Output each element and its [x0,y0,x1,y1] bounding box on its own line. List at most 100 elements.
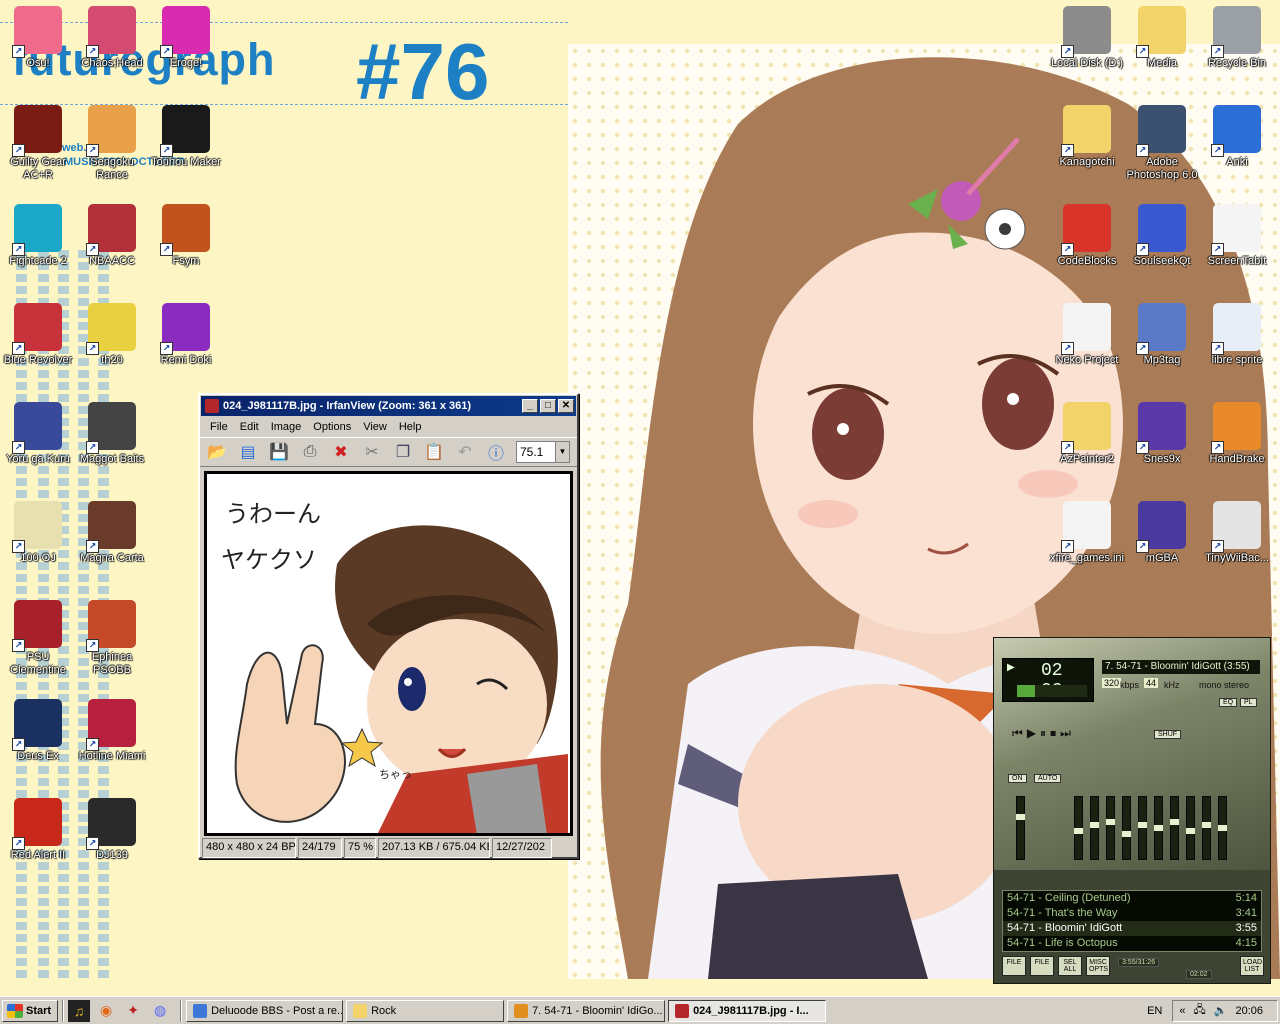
playlist-load-list-button[interactable]: LOAD LIST [1240,956,1264,976]
desktop-icon[interactable]: ↗ Osu! [0,6,76,80]
play-button[interactable]: ▶ [1027,726,1040,740]
playlist-remove-file-button[interactable]: FILE [1030,956,1054,976]
desktop-icon[interactable]: ↗ Mp3tag [1124,303,1200,377]
desktop-icon[interactable]: ↗ libre sprite [1199,303,1275,377]
next-button[interactable]: ⏭ [1060,726,1075,740]
desktop-icon[interactable]: ↗ Ephinea PSOBB [74,600,150,676]
desktop-icon[interactable]: ↗ Media [1124,6,1200,80]
desktop-icon[interactable]: ↗ Kanagotchi [1049,105,1125,179]
menu-image[interactable]: Image [265,421,308,433]
desktop-icon[interactable]: ↗ Adobe Photoshop 6.0 [1124,105,1200,181]
chevron-down-icon[interactable]: ▼ [555,442,569,462]
irfanview-window[interactable]: 024_J981117B.jpg - IrfanView (Zoom: 361 … [198,393,579,859]
desktop-icon[interactable]: ↗ TinyWiiBac... [1199,501,1275,575]
maximize-button[interactable]: □ [540,399,556,413]
desktop-icon[interactable]: ↗ xfire_games.ini [1049,501,1125,575]
open-folder-icon[interactable]: 📂 [204,440,230,464]
eq-toggle-button[interactable]: EQ [1219,698,1238,707]
paste-icon[interactable]: 📋 [421,440,447,464]
menu-help[interactable]: Help [393,421,428,433]
save-icon[interactable]: 💾 [266,440,292,464]
winamp-quicklaunch-icon[interactable]: ♫ [68,999,91,1022]
eq-slider-knob[interactable] [1186,828,1195,834]
volume-icon[interactable]: 🔈 [1214,1004,1228,1017]
playlist-item[interactable]: 54-71 - Bloomin' IdiGott 3:55 [1003,921,1261,936]
desktop-icon[interactable]: ↗ mGBA [1124,501,1200,575]
eq-slider[interactable] [1016,796,1025,860]
cut-icon[interactable]: ✂ [359,440,385,464]
eq-slider[interactable] [1090,796,1099,860]
eq-slider[interactable] [1106,796,1115,860]
desktop-icon[interactable]: ↗ Magna Carta [74,501,150,575]
playlist-item[interactable]: 54-71 - Ceiling (Detuned) 5:14 [1003,891,1261,906]
winamp-playlist[interactable]: 54-71 - Ceiling (Detuned) 5:14 54-71 - Tha… [1002,890,1262,952]
firefox-quicklaunch-icon[interactable]: ◉ [95,1000,117,1022]
eq-auto-button[interactable]: AUTO [1034,774,1062,783]
menu-view[interactable]: View [357,421,393,433]
eq-slider-knob[interactable] [1016,814,1025,820]
stop-button[interactable]: ⏹ [1050,726,1060,740]
desktop-icon[interactable]: ↗ HandBrake [1199,402,1275,476]
irfanview-canvas[interactable]: うわーん ヤケクソ ちゃっ [204,471,573,836]
taskbar-button[interactable]: Rock [346,999,505,1022]
info-icon[interactable]: ⓘ [483,440,509,464]
desktop-icon[interactable]: ↗ Deus Ex [0,699,76,773]
desktop-icon[interactable]: ↗ Sengoku Rance [74,105,150,181]
desktop-icon[interactable]: ↗ Yoru ga Kuru [0,402,76,476]
eq-slider[interactable] [1186,796,1195,860]
eq-slider[interactable] [1074,796,1083,860]
eq-slider-knob[interactable] [1138,822,1147,828]
desktop-icon[interactable]: ↗ Eroge! [148,6,224,80]
eq-slider[interactable] [1170,796,1179,860]
desktop-icon[interactable]: ↗ NBAACC [74,204,150,278]
eq-slider-knob[interactable] [1154,825,1163,831]
desktop-icon[interactable]: ↗ th20 [74,303,150,377]
eq-slider-knob[interactable] [1218,825,1227,831]
desktop-icon[interactable]: ↗ DJ139 [74,798,150,872]
playlist-misc-button[interactable]: MISC OPTS [1086,956,1110,976]
pl-toggle-button[interactable]: PL [1240,698,1257,707]
taskbar-button[interactable]: Deluoode BBS - Post a re... [186,999,344,1022]
slideshow-icon[interactable]: ▤ [235,440,261,464]
tray-expand-icon[interactable]: « [1179,1005,1185,1017]
game-quicklaunch-icon[interactable]: ✦ [122,1000,144,1022]
taskbar-button[interactable]: 7. 54-71 - Bloomin' IdiGo... [507,999,666,1022]
print-icon[interactable]: ⎙ [297,440,323,464]
zoom-combobox[interactable]: 75.1 ▼ [516,441,570,463]
eq-slider[interactable] [1218,796,1227,860]
desktop-icon[interactable]: ↗ CodeBlocks [1049,204,1125,278]
eq-slider-knob[interactable] [1202,822,1211,828]
desktop-icon[interactable]: ↗ Red Alert II [0,798,76,872]
eq-slider-knob[interactable] [1170,819,1179,825]
menu-options[interactable]: Options [307,421,357,433]
playlist-item[interactable]: 54-71 - That's the Way 3:41 [1003,906,1261,921]
playlist-item[interactable]: 54-71 - Life is Octopus 4:15 [1003,936,1261,951]
eq-slider-knob[interactable] [1090,822,1099,828]
start-button[interactable]: Start [2,999,59,1022]
minimize-button[interactable]: _ [522,399,538,413]
desktop-icon[interactable]: ↗ Fsym [148,204,224,278]
delete-icon[interactable]: ✖ [328,440,354,464]
winamp-main-window[interactable]: ▶ 02 02 7. 54-71 - Bloomin' IdiGott (3:5… [994,638,1270,870]
eq-slider-knob[interactable] [1106,819,1115,825]
desktop-icon[interactable]: ↗ Recycle Bin [1199,6,1275,80]
desktop-icon[interactable]: ↗ Touhou Maker [148,105,224,179]
desktop-icon[interactable]: ↗ Guilty Gear AC+R [0,105,76,181]
eq-slider[interactable] [1122,796,1131,860]
eq-slider[interactable] [1138,796,1147,860]
eq-slider[interactable] [1202,796,1211,860]
eq-slider-knob[interactable] [1074,828,1083,834]
eq-slider[interactable] [1154,796,1163,860]
menu-edit[interactable]: Edit [234,421,265,433]
desktop-icon[interactable]: ↗ Neko Project [1049,303,1125,377]
desktop-icon[interactable]: ↗ ScreenTabIt [1199,204,1275,278]
undo-icon[interactable]: ↶ [452,440,478,464]
desktop-icon[interactable]: ↗ Remi Doki [148,303,224,377]
desktop-icon[interactable]: ↗ Snes9x [1124,402,1200,476]
previous-button[interactable]: ⏮ [1012,726,1027,740]
playlist-select-all-button[interactable]: SEL ALL [1058,956,1082,976]
desktop-icon[interactable]: ↗ Blue Revolver [0,303,76,377]
winamp-player[interactable]: ▶ 02 02 7. 54-71 - Bloomin' IdiGott (3:5… [993,637,1271,984]
menu-file[interactable]: File [204,421,234,433]
copy-icon[interactable]: ❐ [390,440,416,464]
